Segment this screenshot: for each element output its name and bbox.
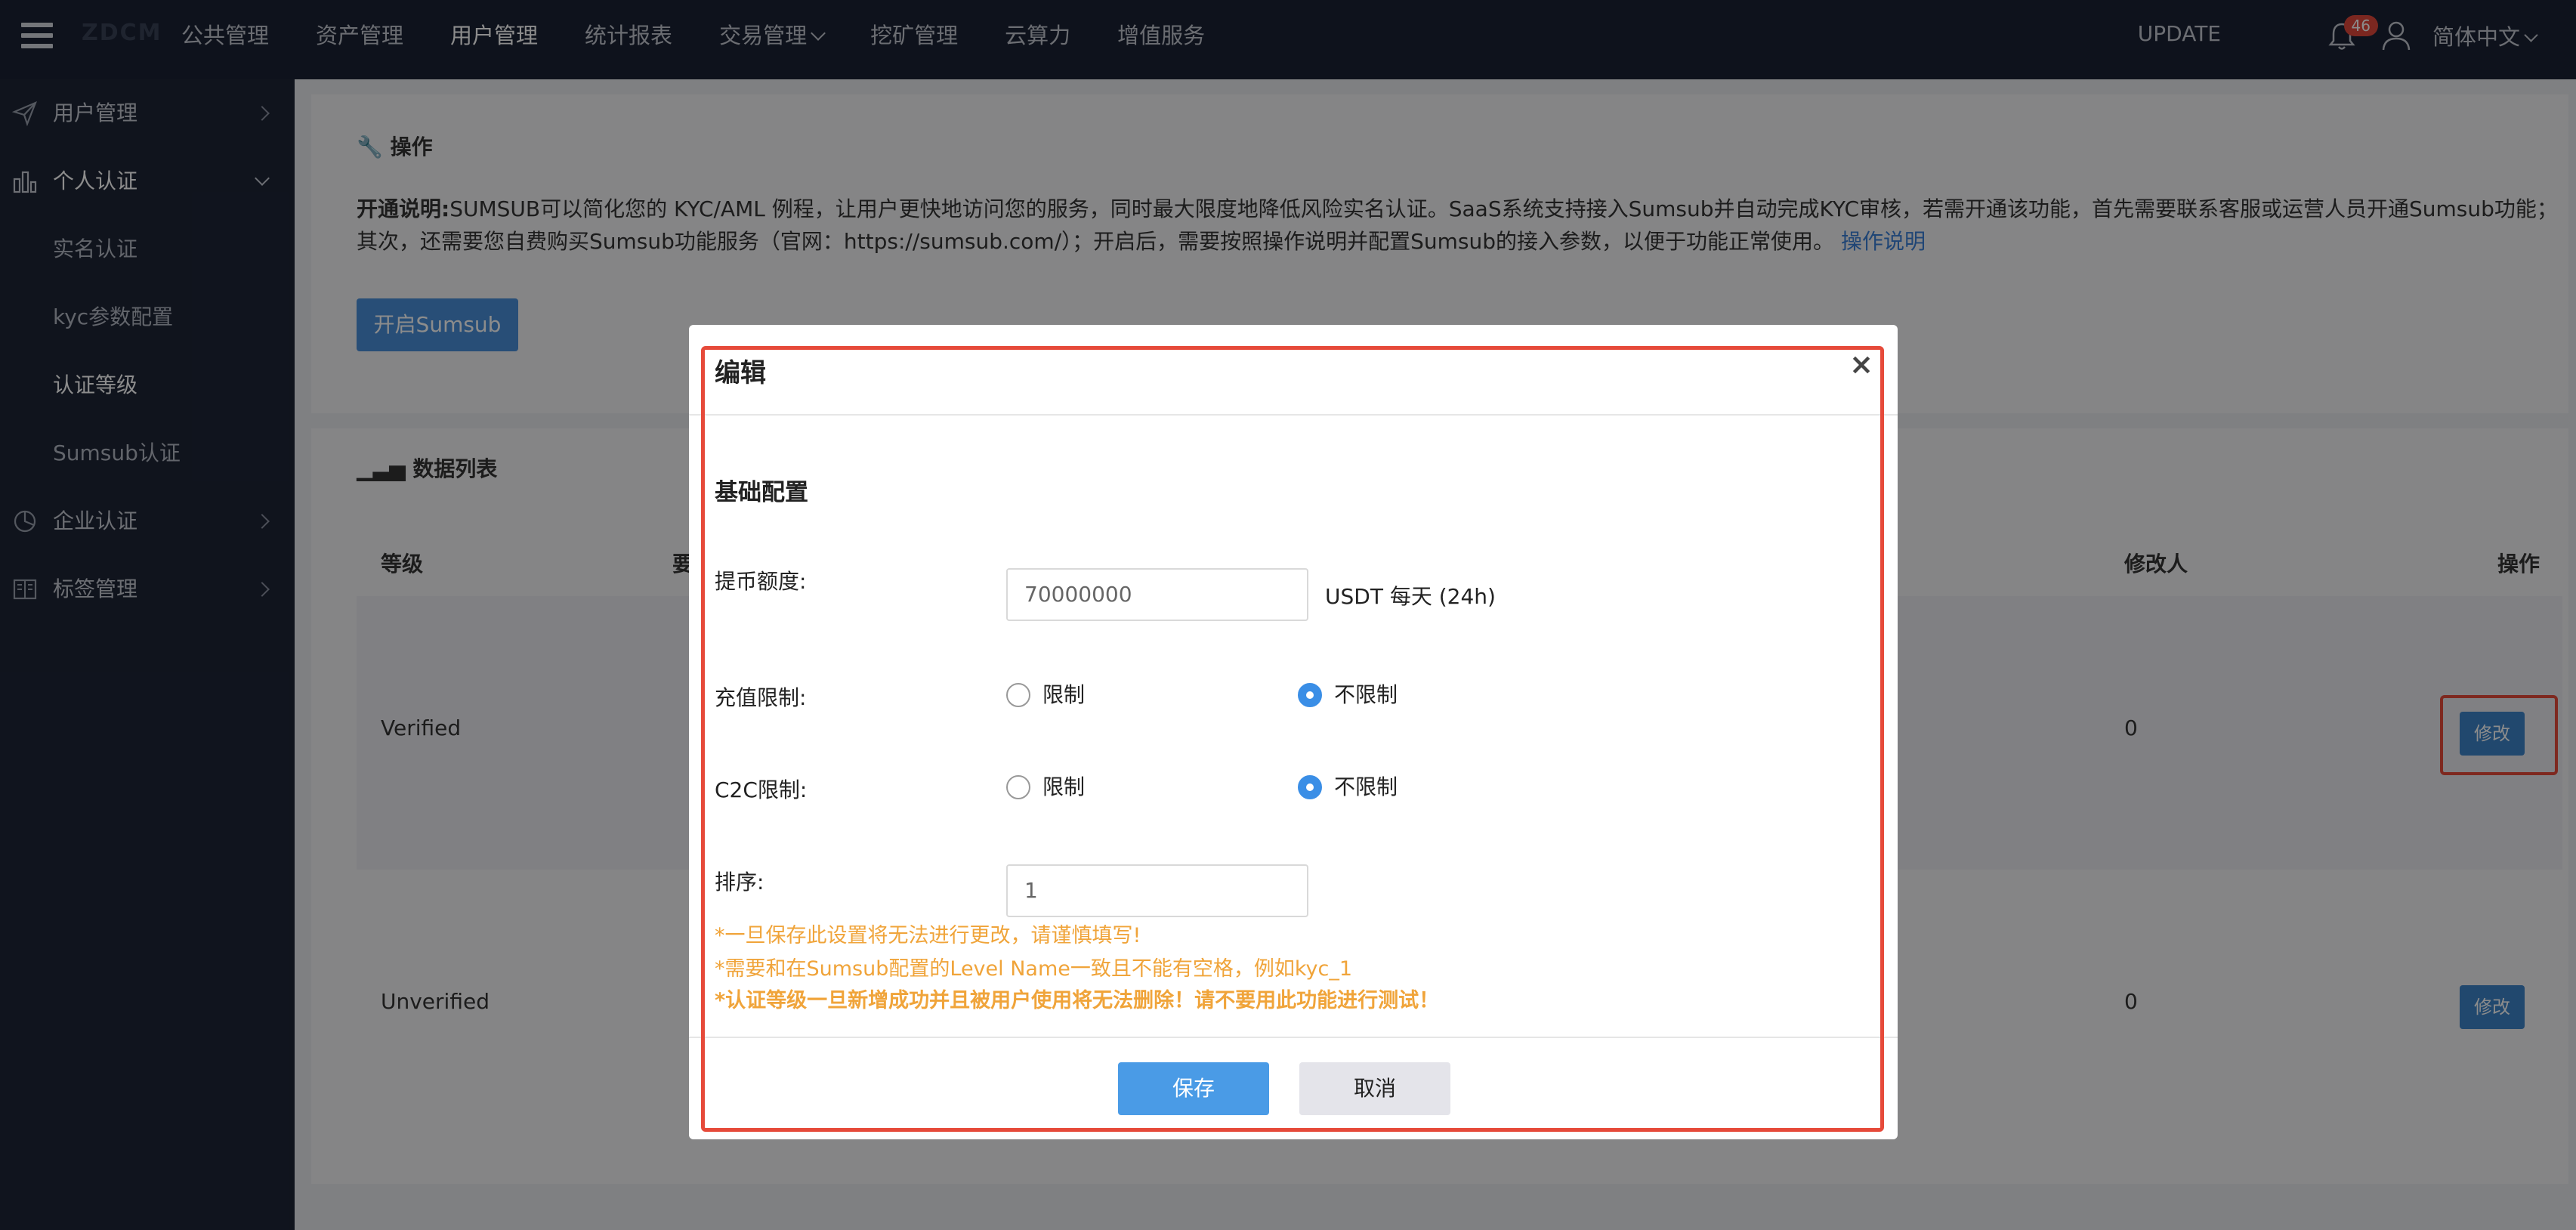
highlight-box [701, 346, 1884, 1132]
edit-modal: 编辑 × 基础配置 提币额度: 70000000 USDT 每天 (24h) 充… [689, 325, 1898, 1139]
